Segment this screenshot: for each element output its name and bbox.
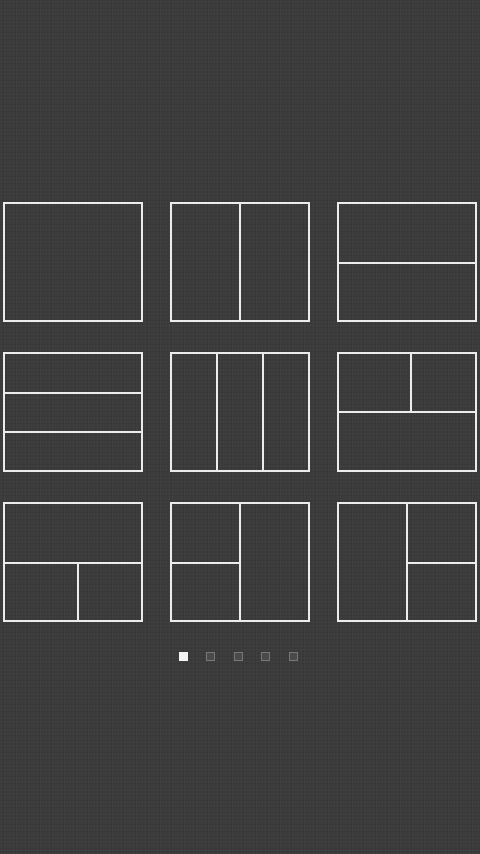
- layout-tile-two-top-one-bottom[interactable]: [337, 352, 477, 472]
- divider-line: [5, 431, 141, 433]
- layout-tile-single[interactable]: [3, 202, 143, 322]
- divider-line: [339, 262, 475, 264]
- divider-line: [262, 354, 264, 470]
- divider-line: [216, 354, 218, 470]
- layout-tile-two-columns[interactable]: [170, 202, 310, 322]
- layout-tile-one-left-two-right[interactable]: [337, 502, 477, 622]
- layout-grid: [0, 0, 480, 854]
- page-dot-2[interactable]: [206, 652, 215, 661]
- layout-tile-two-rows[interactable]: [337, 202, 477, 322]
- page-dot-5[interactable]: [289, 652, 298, 661]
- divider-line: [239, 504, 241, 620]
- page-dot-3[interactable]: [234, 652, 243, 661]
- divider-line: [172, 562, 239, 564]
- divider-line: [410, 354, 412, 411]
- divider-line: [239, 204, 241, 320]
- divider-line: [5, 562, 141, 564]
- layout-tile-two-left-one-right[interactable]: [170, 502, 310, 622]
- divider-line: [406, 562, 475, 564]
- divider-line: [77, 562, 79, 620]
- divider-line: [339, 411, 475, 413]
- layout-tile-three-columns[interactable]: [170, 352, 310, 472]
- layout-tile-three-rows[interactable]: [3, 352, 143, 472]
- page-dot-1[interactable]: [179, 652, 188, 661]
- divider-line: [5, 392, 141, 394]
- page-indicator: [179, 652, 301, 664]
- page-dot-4[interactable]: [261, 652, 270, 661]
- layout-tile-one-top-two-bottom[interactable]: [3, 502, 143, 622]
